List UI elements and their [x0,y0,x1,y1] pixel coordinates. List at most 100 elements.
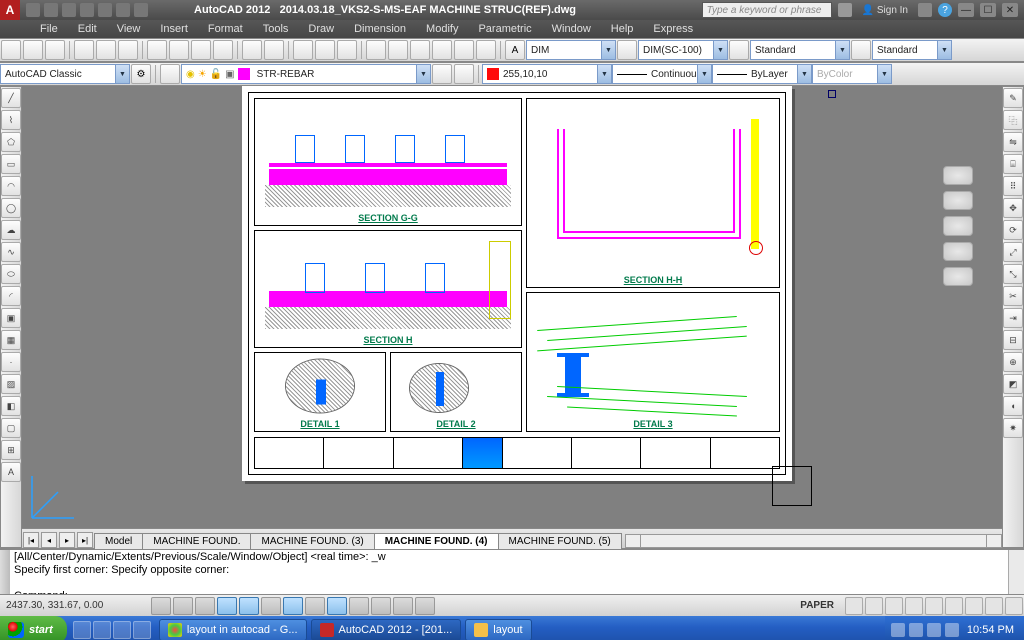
chamfer-icon[interactable]: ◩ [1003,374,1023,394]
tb-copy-icon[interactable] [169,40,189,60]
point-icon[interactable]: · [1,352,21,372]
tpy-toggle[interactable] [371,597,391,615]
array-icon[interactable]: ⠿ [1003,176,1023,196]
scale-icon[interactable]: ⤢ [1003,242,1023,262]
extend-icon[interactable]: ⇥ [1003,308,1023,328]
3dosnap-toggle[interactable] [261,597,281,615]
dimscale-combo[interactable]: DIM(SC-100)▼ [638,40,728,60]
qat-redo-icon[interactable] [98,3,112,17]
command-window[interactable]: [All/Center/Dynamic/Extents/Previous/Sca… [0,548,1024,594]
tb-sheetset-icon[interactable] [432,40,452,60]
region-icon[interactable]: ▢ [1,418,21,438]
infocenter-icon[interactable] [838,3,852,17]
qat-save-icon[interactable] [62,3,76,17]
tb-markup-icon[interactable] [454,40,474,60]
viewport-section-gg[interactable]: SECTION G-G [254,98,522,226]
menu-format[interactable]: Format [198,23,253,35]
viewport-section-hh[interactable]: SECTION H-H [526,98,780,288]
model-paper-toggle[interactable]: PAPER [790,600,844,611]
circle-icon[interactable]: ◯ [1,198,21,218]
start-button[interactable]: start [0,616,67,640]
plotstyle-combo[interactable]: ByColor▼ [812,64,892,84]
layer-properties-icon[interactable] [160,64,180,84]
fillet-icon[interactable]: ◖ [1003,396,1023,416]
close-button[interactable]: ✕ [1002,3,1018,17]
maximize-button[interactable]: ☐ [980,3,996,17]
make-block-icon[interactable]: ▦ [1,330,21,350]
workspace-combo[interactable]: AutoCAD Classic▼ [0,64,130,84]
polar-toggle[interactable] [217,597,237,615]
color-combo[interactable]: 255,10,10▼ [482,64,612,84]
move-icon[interactable]: ✥ [1003,198,1023,218]
drawing-area[interactable]: SECTION G-G SECTION H-H [22,86,1002,548]
qp-toggle[interactable] [393,597,413,615]
tab-nav-last-icon[interactable]: ▸| [77,532,93,548]
tab-layout-2[interactable]: MACHINE FOUND. (3) [250,533,374,549]
ellipse-arc-icon[interactable]: ◜ [1,286,21,306]
tb-preview-icon[interactable] [96,40,116,60]
tb-properties-icon[interactable] [366,40,386,60]
dyn-toggle[interactable] [327,597,347,615]
viewport-section-h[interactable]: SECTION H [254,230,522,348]
tab-layout-4[interactable]: MACHINE FOUND. (5) [498,533,622,549]
tb-zoomprev-icon[interactable] [337,40,357,60]
tablestyle-b-combo[interactable]: Standard▼ [872,40,952,60]
rotate-icon[interactable]: ⟳ [1003,220,1023,240]
tb-redo-icon[interactable] [264,40,284,60]
tb-save-icon[interactable] [45,40,65,60]
tb-publish-icon[interactable] [118,40,138,60]
tb-open-icon[interactable] [23,40,43,60]
copy-obj-icon[interactable]: ⿻ [1003,110,1023,130]
tb-cut-icon[interactable] [147,40,167,60]
menu-tools[interactable]: Tools [253,23,299,35]
insert-block-icon[interactable]: ▣ [1,308,21,328]
linetype-combo[interactable]: Continuous▼ [612,64,712,84]
menu-draw[interactable]: Draw [298,23,344,35]
steering-wheel-icon[interactable] [943,166,973,185]
zoom-nav-icon[interactable] [943,216,973,235]
menu-modify[interactable]: Modify [416,23,468,35]
menu-edit[interactable]: Edit [68,23,107,35]
tb-undo-icon[interactable] [242,40,262,60]
workspace-switch-icon[interactable] [925,597,943,615]
dimstyle-combo[interactable]: DIM▼ [526,40,616,60]
command-window-grip[interactable] [0,550,10,594]
ql-desktop-icon[interactable] [93,621,111,639]
hardware-accel-icon[interactable] [965,597,983,615]
tab-layout-3[interactable]: MACHINE FOUND. (4) [374,533,499,549]
isolate-objects-icon[interactable] [985,597,1003,615]
tb-quickcalc-icon[interactable] [476,40,496,60]
ortho-toggle[interactable] [195,597,215,615]
ql-explorer-icon[interactable] [113,621,131,639]
table-icon[interactable]: ⊞ [1,440,21,460]
tab-layout-1[interactable]: MACHINE FOUND. [142,533,251,549]
ql-media-icon[interactable] [133,621,151,639]
gradient-icon[interactable]: ◧ [1,396,21,416]
toolbar-lock-icon[interactable] [945,597,963,615]
layer-prev-icon[interactable] [454,64,474,84]
hatch-icon[interactable]: ▨ [1,374,21,394]
clean-screen-icon[interactable] [1005,597,1023,615]
revcloud-icon[interactable]: ☁ [1,220,21,240]
snap-toggle[interactable] [151,597,171,615]
app-logo-icon[interactable]: A [0,0,20,20]
tb-textstyle-icon[interactable]: A [505,40,525,60]
orbit-nav-icon[interactable] [943,242,973,261]
menu-help[interactable]: Help [601,23,644,35]
coordinate-readout[interactable]: 2437.30, 331.67, 0.00 [0,600,150,611]
task-chrome[interactable]: layout in autocad - G... [159,619,307,640]
mtext-icon[interactable]: A [1,462,21,482]
tray-network-icon[interactable] [927,623,941,637]
tb-new-icon[interactable] [1,40,21,60]
tab-model[interactable]: Model [94,533,143,549]
qat-plot-icon[interactable] [116,3,130,17]
lwt-toggle[interactable] [349,597,369,615]
tb-mleaderstyle-icon[interactable] [851,40,871,60]
erase-icon[interactable]: ✎ [1003,88,1023,108]
quickview-drawings-icon[interactable] [865,597,883,615]
tab-nav-first-icon[interactable]: |◂ [23,532,39,548]
spline-icon[interactable]: ∿ [1,242,21,262]
command-scrollbar[interactable] [1008,550,1024,594]
task-autocad[interactable]: AutoCAD 2012 - [201... [311,619,462,640]
layer-states-icon[interactable] [432,64,452,84]
